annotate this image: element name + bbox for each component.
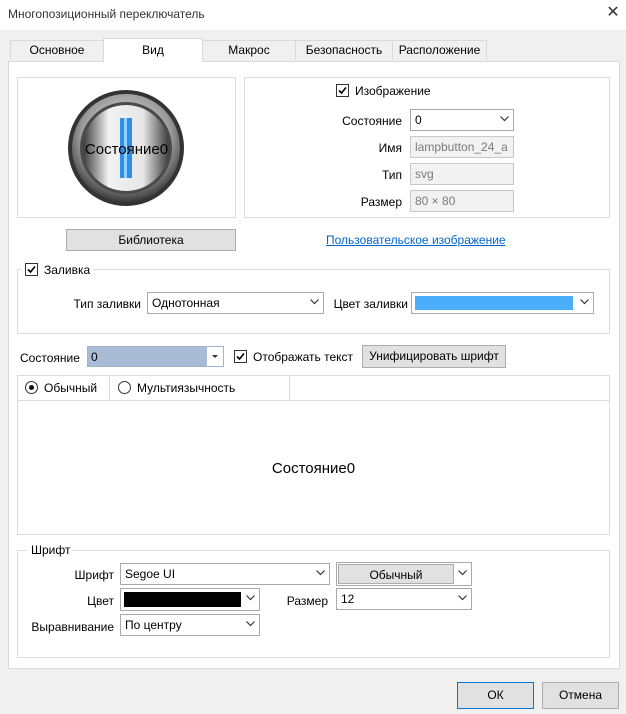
align-value: По центру [125,618,182,632]
text-mode-tabbar [17,375,610,401]
text-mode-divider [109,375,110,401]
state-label: Состояние [342,114,402,128]
size-label: Размер [360,195,402,209]
chevron-down-icon [241,615,259,635]
tab-security[interactable]: Безопасность [295,40,393,60]
tab-basic[interactable]: Основное [10,40,104,60]
font-size-label: Размер [286,594,328,608]
type-field[interactable]: svg [410,163,514,185]
font-family-value: Segoe UI [125,567,176,581]
tab-layout[interactable]: Расположение [392,40,487,60]
font-style-value: Обычный [369,568,423,582]
cancel-button[interactable]: Отмена [542,682,619,709]
name-field[interactable]: lampbutton_24_a [410,136,514,158]
library-button[interactable]: Библиотека [66,229,236,251]
custom-image-link[interactable]: Пользовательское изображение [326,233,506,247]
image-checkbox[interactable] [336,84,349,97]
font-color-swatch [124,592,241,607]
show-text-label: Отображать текст [253,350,354,364]
state-select-value: 0 [415,113,422,127]
chevron-down-icon [305,293,323,313]
size-field[interactable]: 80 × 80 [410,190,514,212]
state-row-label: Состояние [20,351,80,365]
tab-view[interactable]: Вид [103,38,203,62]
font-group-label: Шрифт [28,543,74,557]
font-size-select[interactable]: 12 [336,588,472,610]
window-title: Многопозиционный переключатель [8,7,205,21]
font-label: Шрифт [74,568,114,582]
fill-checkbox-label: Заливка [44,263,91,277]
checkmark-icon [338,86,347,95]
checkmark-icon [236,352,245,361]
font-color-select[interactable] [120,588,260,611]
fill-color-swatch [415,296,573,310]
text-mode-divider [289,375,290,401]
font-family-select[interactable]: Segoe UI [120,563,330,585]
state-row-value: 0 [91,350,98,364]
font-color-label: Цвет [87,594,114,608]
chevron-down-icon [575,293,593,313]
font-size-value: 12 [341,592,355,606]
fill-color-select[interactable] [411,292,594,314]
ok-button[interactable]: ОК [457,682,534,709]
tab-macro[interactable]: Макрос [202,40,296,60]
fill-checkbox[interactable] [25,263,38,276]
normal-radio[interactable] [25,381,38,394]
close-icon[interactable]: ✕ [604,4,622,22]
state-row-select[interactable]: 0 [87,346,224,367]
chevron-down-icon [311,564,329,584]
chevron-down-icon [241,589,259,609]
preview-state-text: Состояние0 [84,141,169,158]
normal-radio-label: Обычный [44,381,98,395]
align-select[interactable]: По центру [120,614,260,636]
unify-font-button[interactable]: Унифицировать шрифт [362,345,506,368]
fill-type-label: Тип заливки [73,297,141,311]
name-label: Имя [378,141,402,155]
show-text-checkbox[interactable] [234,350,247,363]
multilingual-radio[interactable] [118,381,131,394]
fill-type-select[interactable]: Однотонная [147,292,324,314]
image-checkbox-label: Изображение [355,84,431,98]
fill-type-value: Однотонная [152,296,220,310]
font-style-select[interactable]: Обычный [336,562,472,586]
state-select[interactable]: 0 [410,109,514,131]
checkmark-icon [27,265,36,274]
fill-color-label: Цвет заливки [333,297,408,311]
chevron-down-icon [453,589,471,609]
align-label: Выравнивание [31,620,114,634]
chevron-down-icon [453,564,471,584]
chevron-down-icon [495,110,513,130]
multilingual-radio-label: Мультиязычность [137,381,236,395]
radio-dot [29,385,34,390]
text-preview: Состояние0 [271,460,356,477]
type-label: Тип [381,168,402,182]
caret-down-icon [207,347,223,366]
